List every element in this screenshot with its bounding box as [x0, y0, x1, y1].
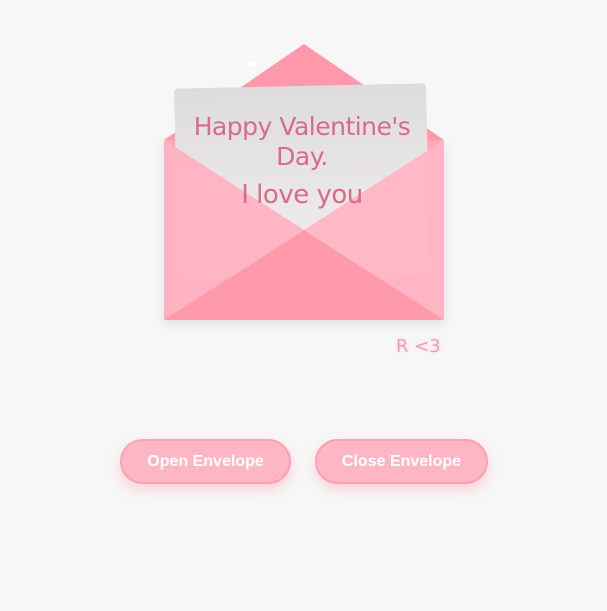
- signature: R <3: [396, 336, 441, 357]
- close-envelope-button[interactable]: Close Envelope: [315, 439, 488, 484]
- sparkle-dot: [248, 60, 256, 68]
- open-envelope-button[interactable]: Open Envelope: [120, 439, 291, 484]
- envelope: [164, 44, 444, 320]
- valentine-envelope-scene: Happy Valentine's Day. I love you R <3 O…: [0, 0, 607, 611]
